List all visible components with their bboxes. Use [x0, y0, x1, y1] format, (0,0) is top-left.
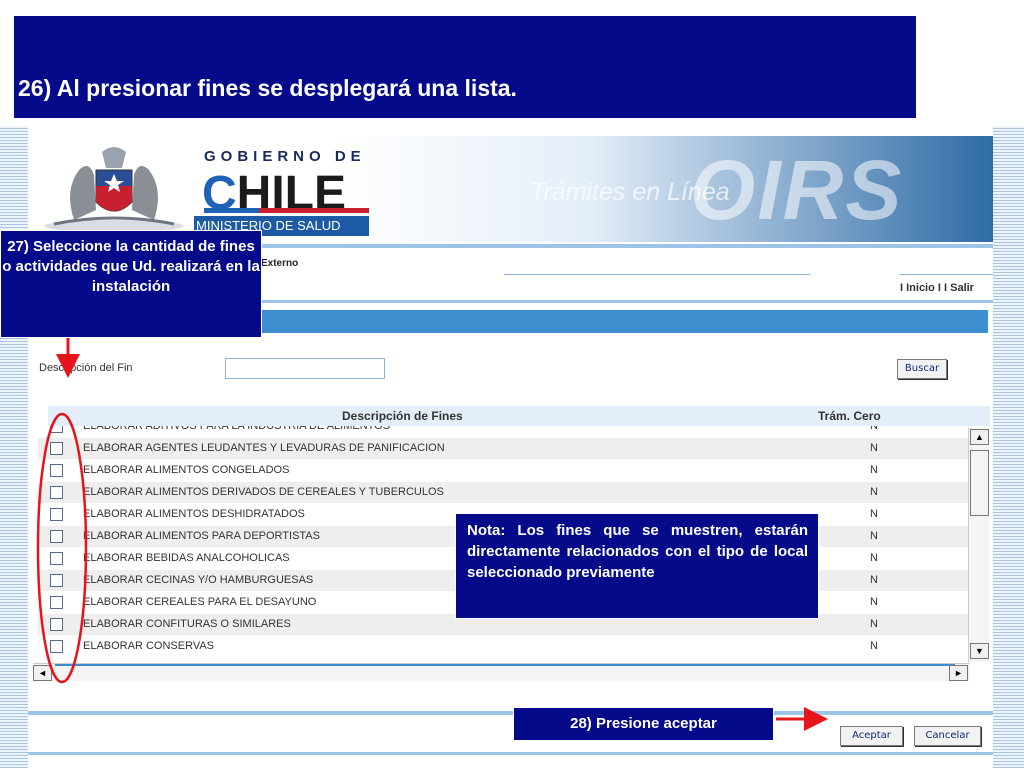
tram-cero-value: N [870, 442, 878, 454]
fin-checkbox[interactable] [50, 552, 63, 565]
scroll-left-button[interactable]: ◄ [33, 665, 52, 681]
fin-description: ELABORAR BEBIDAS ANALCOHOLICAS [83, 552, 290, 564]
tram-cero-value: N [870, 574, 878, 586]
fin-description: ELABORAR CEREALES PARA EL DESAYUNO [83, 596, 317, 608]
fin-checkbox[interactable] [50, 426, 63, 433]
note-callout: Nota: Los fines que se muestren, estarán… [455, 513, 819, 619]
table-row: ELABORAR ADITIVOS PARA LA INDUSTRIA DE A… [38, 426, 968, 438]
tram-cero-value: N [870, 640, 878, 652]
fin-checkbox[interactable] [50, 574, 63, 587]
externo-label: Externo [261, 258, 299, 269]
fin-checkbox[interactable] [50, 442, 63, 455]
fin-checkbox[interactable] [50, 596, 63, 609]
tram-cero-value: N [870, 552, 878, 564]
step-27-callout: 27) Seleccione la cantidad de fines o ac… [0, 230, 262, 338]
fin-checkbox[interactable] [50, 618, 63, 631]
fin-description: ELABORAR ADITIVOS PARA LA INDUSTRIA DE A… [83, 426, 391, 432]
app-window: GOBIERNO DE CHILE MINISTERIO DE SALUD Tr… [28, 126, 993, 768]
nav-links[interactable]: I Inicio I I Salir [900, 282, 974, 294]
tram-cero-value: N [870, 530, 878, 542]
topbar-rule [504, 274, 810, 275]
vertical-scrollbar[interactable]: ▲ ▼ [968, 428, 989, 662]
fin-description: ELABORAR CECINAS Y/O HAMBURGUESAS [83, 574, 314, 586]
oirs-logo: OIRS [690, 143, 904, 237]
tram-cero-value: N [870, 426, 878, 432]
table-row: ELABORAR ALIMENTOS DERIVADOS DE CEREALES… [38, 482, 968, 504]
horizontal-scroll-track [55, 664, 955, 666]
cancel-button[interactable]: Cancelar [914, 726, 981, 746]
table-row: ELABORAR CONSERVAS N [38, 636, 968, 658]
slide-title: 26) Al presionar fines se desplegará una… [18, 75, 517, 101]
coat-of-arms-logo [44, 147, 184, 232]
horizontal-scrollbar[interactable]: ◄ ► [33, 663, 970, 681]
column-header-tram-cero: Trám. Cero [818, 409, 881, 423]
scroll-up-button[interactable]: ▲ [970, 429, 989, 445]
fin-description: ELABORAR ALIMENTOS DESHIDRATADOS [83, 508, 305, 520]
accept-button[interactable]: Aceptar [840, 726, 903, 746]
table-row: ELABORAR AGENTES LEUDANTES Y LEVADURAS D… [38, 438, 968, 460]
fin-description: ELABORAR ALIMENTOS CONGELADOS [83, 464, 290, 476]
search-label: Descripción del Fin [39, 362, 133, 374]
fin-checkbox[interactable] [50, 640, 63, 653]
tram-cero-value: N [870, 508, 878, 520]
description-search-input[interactable] [225, 358, 385, 379]
topbar-rule-right [900, 274, 993, 275]
fin-description: ELABORAR ALIMENTOS DERIVADOS DE CEREALES… [83, 486, 444, 498]
table-row: ELABORAR ALIMENTOS CONGELADOS N [38, 460, 968, 482]
scroll-down-button[interactable]: ▼ [970, 643, 989, 659]
fin-checkbox[interactable] [50, 464, 63, 477]
tram-cero-value: N [870, 486, 878, 498]
fin-description: ELABORAR AGENTES LEUDANTES Y LEVADURAS D… [83, 442, 445, 454]
flag-stripe [204, 208, 369, 213]
footer-divider [28, 711, 993, 715]
fin-description: ELABORAR ALIMENTOS PARA DEPORTISTAS [83, 530, 320, 542]
scroll-thumb[interactable] [970, 450, 989, 516]
tram-cero-value: N [870, 618, 878, 630]
search-button[interactable]: Buscar [897, 359, 947, 379]
bottom-divider [28, 752, 993, 755]
fin-description: ELABORAR CONFITURAS O SIMILARES [83, 618, 291, 630]
site-header: GOBIERNO DE CHILE MINISTERIO DE SALUD Tr… [28, 136, 993, 242]
step-28-callout: 28) Presione aceptar [513, 707, 774, 741]
fin-description: ELABORAR CONSERVAS [83, 640, 215, 652]
column-header-description: Descripción de Fines [342, 409, 463, 423]
fin-checkbox[interactable] [50, 508, 63, 521]
tram-cero-value: N [870, 464, 878, 476]
slide-title-banner [14, 16, 916, 118]
scroll-right-button[interactable]: ► [949, 665, 968, 681]
tram-cero-value: N [870, 596, 878, 608]
left-hatch-border [0, 126, 28, 768]
fin-checkbox[interactable] [50, 486, 63, 499]
right-hatch-border [993, 126, 1024, 768]
gobierno-label: GOBIERNO DE [204, 148, 366, 165]
fin-checkbox[interactable] [50, 530, 63, 543]
